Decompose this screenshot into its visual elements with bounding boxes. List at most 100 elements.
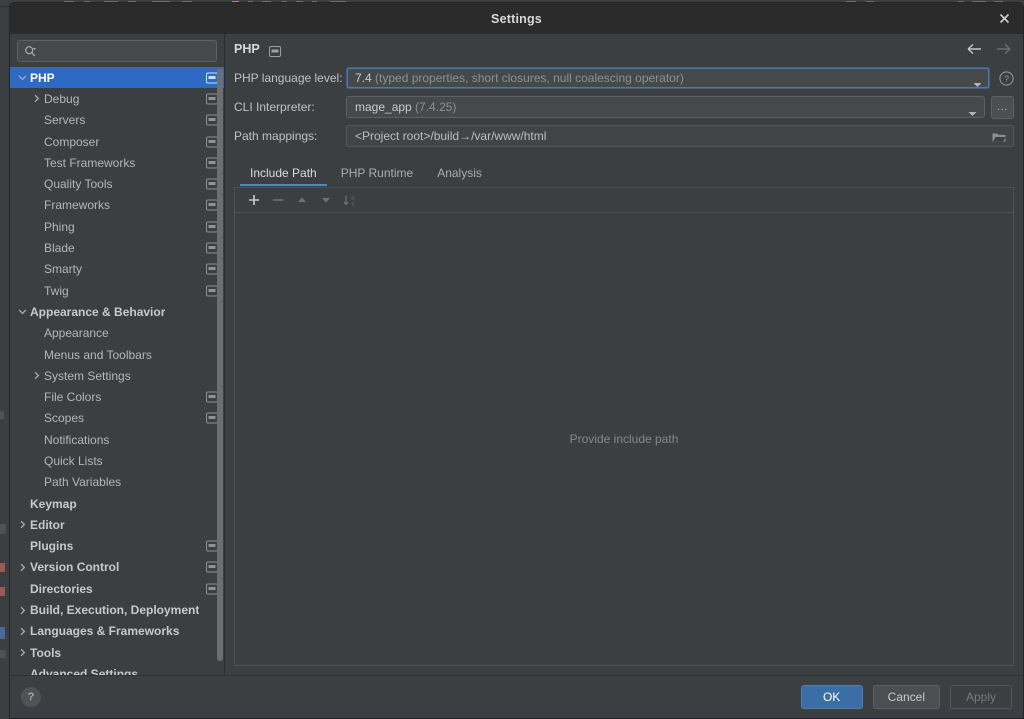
settings-tree[interactable]: PHPDebugServersComposerTest Frameworks Qu… (10, 66, 224, 675)
navigation-arrows (966, 42, 1012, 56)
sidebar-item-scopes[interactable]: Scopes (10, 408, 224, 429)
php-language-level-row: PHP language level: 7.4 (typed propertie… (234, 64, 1014, 92)
sidebar-item-keymap[interactable]: Keymap (10, 493, 224, 514)
chevron-right-icon[interactable] (31, 93, 42, 104)
folder-icon[interactable] (992, 130, 1006, 142)
sidebar-item-label: Smarty (44, 262, 82, 276)
help-icon[interactable]: ? (999, 71, 1014, 86)
sidebar-item-editor[interactable]: Editor (10, 514, 224, 535)
sidebar-item-label: File Colors (44, 390, 101, 404)
sidebar-item-servers[interactable]: Servers (10, 110, 224, 131)
sidebar-item-label: Appearance (44, 326, 109, 340)
arrow-right-icon (995, 42, 1012, 56)
ok-button[interactable]: OK (801, 685, 863, 709)
arrow-down-icon (315, 190, 337, 211)
sidebar-item-test-frameworks[interactable]: Test Frameworks (10, 152, 224, 173)
cancel-button[interactable]: Cancel (873, 685, 940, 709)
sidebar-item-label: Scopes (44, 411, 84, 425)
php-language-level-value-detail: (typed properties, short closures, null … (372, 71, 684, 85)
chevron-right-icon[interactable] (17, 519, 28, 530)
sidebar-item-label: Version Control (30, 560, 119, 574)
sidebar-item-frameworks[interactable]: Frameworks (10, 195, 224, 216)
tree-arrow-spacer (31, 392, 42, 403)
cli-interpreter-value: mage_app (7.4.25) (355, 100, 456, 114)
sidebar-item-directories[interactable]: Directories (10, 578, 224, 599)
sidebar-item-file-colors[interactable]: File Colors (10, 386, 224, 407)
dialog-buttons: OK Cancel Apply (801, 685, 1012, 709)
sidebar-item-label: Keymap (30, 497, 77, 511)
tree-arrow-spacer (17, 498, 28, 509)
sidebar-item-notifications[interactable]: Notifications (10, 429, 224, 450)
sidebar-item-path-variables[interactable]: Path Variables (10, 472, 224, 493)
path-mappings-label: Path mappings: (234, 129, 346, 143)
sidebar-item-php[interactable]: PHP (10, 67, 224, 88)
tree-arrow-spacer (31, 349, 42, 360)
close-icon[interactable] (992, 7, 1016, 31)
cli-interpreter-label: CLI Interpreter: (234, 100, 346, 114)
tree-arrow-spacer (31, 434, 42, 445)
apply-button: Apply (950, 685, 1012, 709)
background-left-strip (0, 7, 9, 719)
search-input[interactable] (37, 44, 210, 58)
settings-tabs: Include PathPHP RuntimeAnalysis (234, 160, 1014, 186)
sidebar-item-label: Build, Execution, Deployment (30, 603, 199, 617)
chevron-right-icon[interactable] (17, 626, 28, 637)
chevron-down-icon[interactable] (17, 306, 28, 317)
chevron-down-icon (973, 75, 982, 81)
sidebar-item-phing[interactable]: Phing (10, 216, 224, 237)
tree-arrow-spacer (31, 221, 42, 232)
sidebar-item-twig[interactable]: Twig (10, 280, 224, 301)
sidebar-item-build-execution-deployment[interactable]: Build, Execution, Deployment (10, 599, 224, 620)
sidebar-item-debug[interactable]: Debug (10, 88, 224, 109)
cli-interpreter-browse-button[interactable]: ... (991, 96, 1014, 119)
chevron-right-icon[interactable] (17, 562, 28, 573)
search-box[interactable] (17, 40, 217, 62)
sidebar-item-label: Languages & Frameworks (30, 624, 179, 638)
tree-arrow-spacer (17, 583, 28, 594)
chevron-right-icon[interactable] (17, 647, 28, 658)
sidebar-item-blade[interactable]: Blade (10, 237, 224, 258)
sidebar-item-label: Tools (30, 646, 61, 660)
sidebar-item-menus-and-toolbars[interactable]: Menus and Toolbars (10, 344, 224, 365)
tree-arrow-spacer (31, 243, 42, 254)
search-icon (24, 45, 37, 58)
sidebar-scrollbar[interactable] (217, 68, 223, 661)
arrow-left-icon[interactable] (966, 42, 983, 56)
sidebar-item-advanced-settings[interactable]: Advanced Settings (10, 663, 224, 675)
tab-include-path[interactable]: Include Path (238, 166, 329, 186)
dialog-footer: ? OK Cancel Apply (10, 675, 1023, 718)
chevron-right-icon[interactable] (17, 605, 28, 616)
include-path-body[interactable]: Provide include path (235, 213, 1013, 665)
chevron-right-icon[interactable] (31, 370, 42, 381)
tree-arrow-spacer (31, 477, 42, 488)
sidebar-item-tools[interactable]: Tools (10, 642, 224, 663)
chevron-down-icon[interactable] (17, 72, 28, 83)
help-button[interactable]: ? (21, 687, 41, 707)
tree-arrow-spacer (31, 455, 42, 466)
tab-analysis[interactable]: Analysis (425, 166, 494, 186)
breadcrumb: PHP (234, 34, 1014, 64)
tree-arrow-spacer (31, 136, 42, 147)
path-mappings-row: Path mappings: <Project root>/build→/var… (234, 122, 1014, 150)
sidebar-item-label: Quality Tools (44, 177, 112, 191)
sidebar-item-quick-lists[interactable]: Quick Lists (10, 450, 224, 471)
sidebar-item-system-settings[interactable]: System Settings (10, 365, 224, 386)
sidebar-item-label: Phing (44, 220, 75, 234)
cli-interpreter-combo[interactable]: mage_app (7.4.25) (346, 96, 985, 118)
sidebar-item-appearance-behavior[interactable]: Appearance & Behavior (10, 301, 224, 322)
sidebar-item-smarty[interactable]: Smarty (10, 259, 224, 280)
sidebar-item-composer[interactable]: Composer (10, 131, 224, 152)
plus-icon[interactable] (243, 190, 265, 211)
sidebar-item-languages-frameworks[interactable]: Languages & Frameworks (10, 621, 224, 642)
sidebar-item-label: Directories (30, 582, 93, 596)
sidebar-item-quality-tools[interactable]: Quality Tools (10, 173, 224, 194)
tab-php-runtime[interactable]: PHP Runtime (329, 166, 425, 186)
sidebar-item-version-control[interactable]: Version Control (10, 557, 224, 578)
sidebar-item-plugins[interactable]: Plugins (10, 536, 224, 557)
path-mappings-field[interactable]: <Project root>/build→/var/www/html (346, 125, 1014, 147)
tree-arrow-spacer (31, 200, 42, 211)
sidebar-item-label: Frameworks (44, 198, 110, 212)
php-language-level-combo[interactable]: 7.4 (typed properties, short closures, n… (346, 67, 990, 89)
sidebar-item-appearance[interactable]: Appearance (10, 323, 224, 344)
tree-arrow-spacer (31, 328, 42, 339)
